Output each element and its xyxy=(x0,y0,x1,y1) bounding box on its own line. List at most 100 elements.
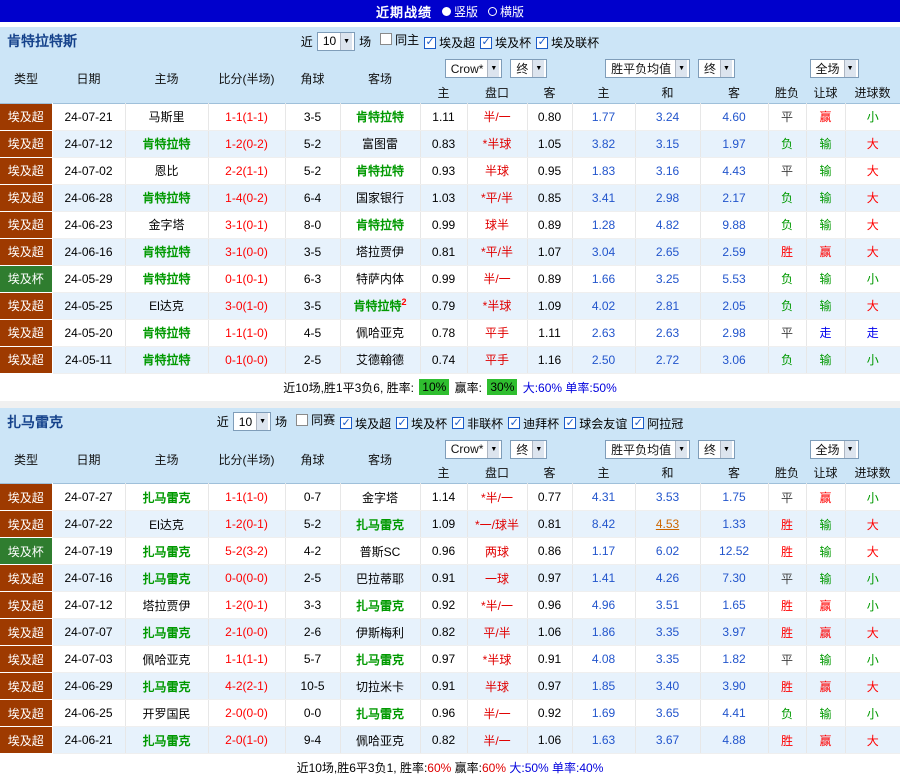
scope-select[interactable]: 全场 ▼ xyxy=(810,440,859,459)
filter-checkbox[interactable]: ✓球会友谊 xyxy=(564,415,627,432)
match-count-select[interactable]: 10 ▼ xyxy=(233,412,271,431)
checkbox-unchecked-icon[interactable] xyxy=(380,33,392,45)
team-header-band: 肯特拉特斯 近 10 ▼ 场 同主✓埃及超✓埃及杯✓埃及联杯 xyxy=(0,27,900,55)
handicap-cell: *半球 xyxy=(467,646,527,673)
away-odds: 1.11 xyxy=(527,319,572,346)
col-header-date: 日期 xyxy=(52,55,125,103)
away-odds: 0.89 xyxy=(527,265,572,292)
layout-radio-horizontal[interactable]: 横版 xyxy=(488,3,524,20)
bookmaker-select[interactable]: Crow* ▼ xyxy=(445,440,503,459)
avg-draw-odds: 3.35 xyxy=(635,619,700,646)
score-cell: 1-2(0-1) xyxy=(208,511,285,538)
filter-checkbox[interactable]: ✓埃及超 xyxy=(340,415,391,432)
filter-checkbox-label: 埃及杯 xyxy=(495,34,531,51)
result-wdl: 胜 xyxy=(768,538,806,565)
odds-time-select-1[interactable]: 终 ▼ xyxy=(510,440,547,459)
avg-home-odds: 3.41 xyxy=(572,184,635,211)
result-goals: 大 xyxy=(845,157,900,184)
handicap-cell: 半/一 xyxy=(467,727,527,754)
result-wdl: 负 xyxy=(768,130,806,157)
away-odds: 0.85 xyxy=(527,184,572,211)
odds-time-select-2[interactable]: 终 ▼ xyxy=(698,440,735,459)
score-cell: 2-0(0-0) xyxy=(208,700,285,727)
filter-checkbox[interactable]: ✓埃及联杯 xyxy=(536,34,599,51)
checkbox-checked-icon[interactable]: ✓ xyxy=(632,417,644,429)
avg-away-odds: 3.06 xyxy=(700,346,768,373)
bookmaker-select[interactable]: Crow* ▼ xyxy=(445,59,503,78)
handicap-cell: 两球 xyxy=(467,538,527,565)
result-handicap: 输 xyxy=(806,646,845,673)
avg-odds-select[interactable]: 胜平负均值 ▼ xyxy=(605,440,690,459)
away-odds: 0.91 xyxy=(527,646,572,673)
corner-cell: 5-2 xyxy=(285,511,340,538)
match-count-select[interactable]: 10 ▼ xyxy=(317,32,355,51)
result-goals: 大 xyxy=(845,511,900,538)
avg-home-odds: 2.50 xyxy=(572,346,635,373)
result-handicap: 赢 xyxy=(806,619,845,646)
col-header-home: 主场 xyxy=(125,436,208,484)
away-team: 扎马雷克 xyxy=(340,511,420,538)
filter-checkbox[interactable]: ✓迪拜杯 xyxy=(508,415,559,432)
odds-time-select-1[interactable]: 终 ▼ xyxy=(510,59,547,78)
league-type-cell: 埃及杯 xyxy=(0,538,52,565)
home-team: El达克 xyxy=(125,511,208,538)
team-section: 扎马雷克 近 10 ▼ 场 同赛✓埃及超✓埃及杯✓非联杯✓迪拜杯✓球会友谊✓阿拉… xyxy=(0,401,900,781)
chevron-down-icon: ▼ xyxy=(487,60,499,77)
avg-away-odds: 2.59 xyxy=(700,238,768,265)
result-handicap: 输 xyxy=(806,157,845,184)
radio-unchecked-icon xyxy=(488,7,497,16)
away-team: 国家银行 xyxy=(340,184,420,211)
checkbox-checked-icon[interactable]: ✓ xyxy=(508,417,520,429)
filter-checkbox[interactable]: 同赛 xyxy=(296,411,335,428)
avg-away-odds: 4.60 xyxy=(700,103,768,130)
avg-away-odds: 1.33 xyxy=(700,511,768,538)
filter-checkbox[interactable]: ✓埃及超 xyxy=(424,34,475,51)
checkbox-checked-icon[interactable]: ✓ xyxy=(564,417,576,429)
handicap-cell: 半球 xyxy=(467,673,527,700)
filter-checkbox[interactable]: ✓埃及杯 xyxy=(396,415,447,432)
score-cell: 0-1(0-0) xyxy=(208,346,285,373)
checkbox-checked-icon[interactable]: ✓ xyxy=(536,37,548,49)
radio-horizontal-label: 横版 xyxy=(500,3,524,20)
filter-checkbox-label: 埃及超 xyxy=(439,34,475,51)
scope-select[interactable]: 全场 ▼ xyxy=(810,59,859,78)
score-cell: 0-1(0-1) xyxy=(208,265,285,292)
odds-time-select-1-value: 终 xyxy=(516,60,528,77)
checkbox-checked-icon[interactable]: ✓ xyxy=(340,417,352,429)
avg-draw-odds: 3.53 xyxy=(635,484,700,511)
chevron-down-icon: ▼ xyxy=(844,441,856,458)
filter-checkbox[interactable]: 同主 xyxy=(380,31,419,48)
match-date: 24-07-02 xyxy=(52,157,125,184)
filter-checkbox[interactable]: ✓非联杯 xyxy=(452,415,503,432)
chevron-down-icon: ▼ xyxy=(340,33,352,50)
away-odds: 1.06 xyxy=(527,727,572,754)
col-header-avg-home: 主 xyxy=(572,82,635,103)
result-goals: 小 xyxy=(845,484,900,511)
away-team: 伊斯梅利 xyxy=(340,619,420,646)
checkbox-checked-icon[interactable]: ✓ xyxy=(480,37,492,49)
col-header-home-odds: 主 xyxy=(420,82,467,103)
odds-time-select-2[interactable]: 终 ▼ xyxy=(698,59,735,78)
avg-draw-odds: 3.15 xyxy=(635,130,700,157)
layout-radio-vertical[interactable]: 竖版 xyxy=(442,3,478,20)
away-team: 扎马雷克 xyxy=(340,700,420,727)
filter-checkbox[interactable]: ✓埃及杯 xyxy=(480,34,531,51)
radio-vertical-label: 竖版 xyxy=(454,3,478,20)
away-odds: 0.95 xyxy=(527,157,572,184)
corner-cell: 2-6 xyxy=(285,619,340,646)
checkbox-checked-icon[interactable]: ✓ xyxy=(424,37,436,49)
filter-checkbox-label: 同赛 xyxy=(311,411,335,428)
corner-cell: 9-4 xyxy=(285,727,340,754)
col-header-avg-away: 客 xyxy=(700,82,768,103)
score-cell: 1-1(1-0) xyxy=(208,484,285,511)
corner-cell: 5-7 xyxy=(285,646,340,673)
filter-checkbox[interactable]: ✓阿拉冠 xyxy=(632,415,683,432)
avg-odds-select[interactable]: 胜平负均值 ▼ xyxy=(605,59,690,78)
checkbox-unchecked-icon[interactable] xyxy=(296,414,308,426)
away-team: 切拉米卡 xyxy=(340,673,420,700)
match-row: 埃及超24-07-22El达克1-2(0-1)5-2扎马雷克1.09*一/球半0… xyxy=(0,511,900,538)
avg-home-odds: 4.08 xyxy=(572,646,635,673)
away-team: 普斯SC xyxy=(340,538,420,565)
checkbox-checked-icon[interactable]: ✓ xyxy=(452,417,464,429)
checkbox-checked-icon[interactable]: ✓ xyxy=(396,417,408,429)
